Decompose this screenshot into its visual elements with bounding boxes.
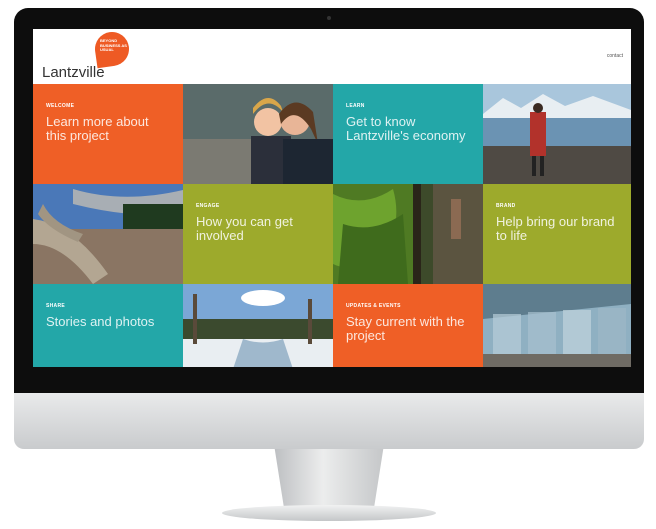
tile-label: LEARN: [346, 103, 365, 109]
site-header: BEYOND BUSINESS AS USUAL Lantzville cont…: [33, 29, 631, 84]
tile-label: UPDATES & EVENTS: [346, 303, 401, 309]
tile-title: Get to know Lantzville's economy: [346, 114, 466, 143]
child-with-mother-photo[interactable]: [183, 84, 333, 184]
snowy-river-photo[interactable]: [183, 284, 333, 367]
tile-updates-events[interactable]: UPDATES & EVENTS Stay current with the p…: [333, 284, 483, 367]
driftwood-beach-photo[interactable]: [33, 184, 183, 284]
moss-forest-photo[interactable]: [333, 184, 483, 284]
tile-engage[interactable]: ENGAGE How you can get involved: [183, 184, 333, 284]
tile-label: WELCOME: [46, 103, 75, 109]
badge-text: BEYOND BUSINESS AS USUAL: [100, 38, 127, 52]
tile-title: Help bring our brand to life: [496, 214, 615, 243]
contact-link[interactable]: contact: [607, 53, 623, 59]
tile-learn[interactable]: LEARN Get to know Lantzville's economy: [333, 84, 483, 184]
monitor-stand: [274, 449, 384, 509]
glass-building-photo[interactable]: [483, 284, 631, 367]
imac-mockup: BEYOND BUSINESS AS USUAL Lantzville cont…: [0, 0, 656, 529]
tile-title: Stories and photos: [46, 314, 155, 329]
tile-share[interactable]: SHARE Stories and photos: [33, 284, 183, 367]
tile-label: ENGAGE: [196, 203, 220, 209]
tile-label: SHARE: [46, 303, 66, 309]
site-logo[interactable]: Lantzville: [42, 64, 105, 81]
woman-on-beach-photo[interactable]: [483, 84, 631, 184]
tile-label: BRAND: [496, 203, 516, 209]
tile-brand[interactable]: BRAND Help bring our brand to life: [483, 184, 631, 284]
camera-icon: [327, 16, 331, 20]
monitor-chin: [14, 393, 644, 449]
monitor-base: [222, 505, 436, 521]
tile-welcome[interactable]: WELCOME Learn more about this project: [33, 84, 183, 184]
website-screen: BEYOND BUSINESS AS USUAL Lantzville cont…: [33, 29, 631, 367]
tile-title: How you can get involved: [196, 214, 293, 243]
tile-title: Learn more about this project: [46, 114, 149, 143]
tile-title: Stay current with the project: [346, 314, 465, 343]
